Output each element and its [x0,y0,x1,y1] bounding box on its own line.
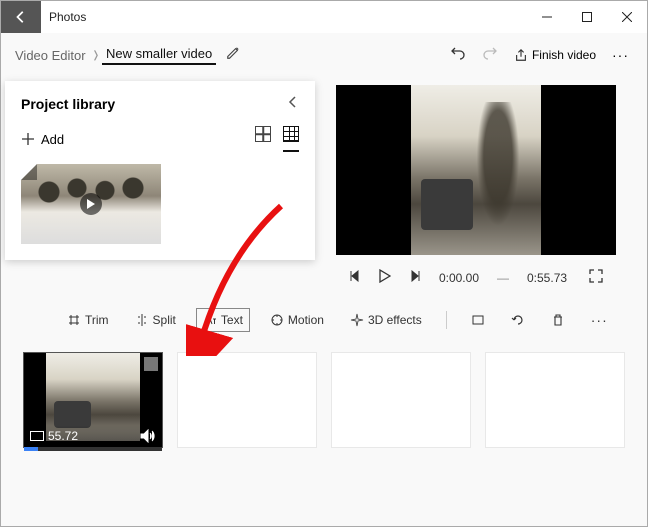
breadcrumb-project[interactable]: New smaller video [102,46,216,65]
text-icon [203,313,217,327]
split-button[interactable]: Split [129,309,182,331]
3d-effects-label: 3D effects [368,313,422,327]
export-icon [514,48,528,62]
back-button[interactable] [1,1,41,33]
add-media-label: Add [41,132,64,147]
project-library-title: Project library [21,96,115,112]
close-button[interactable] [607,1,647,33]
trash-icon [551,313,565,327]
finish-video-label: Finish video [532,48,596,62]
clip-duration: 55.72 [48,429,78,443]
grid-small-icon [283,126,299,142]
storyboard-empty-slot[interactable] [485,352,625,448]
storyboard: 55.72 [1,344,647,464]
delete-button[interactable] [545,309,571,331]
grid-view-large-button[interactable] [255,126,271,152]
rotate-icon [511,313,525,327]
arrow-left-icon [14,10,28,24]
preview-column: 0:00.00 — 0:55.73 [325,81,627,286]
3d-effects-button[interactable]: 3D effects [344,309,428,331]
undo-button[interactable] [450,45,466,66]
chevron-left-icon [287,95,299,109]
motion-icon [270,313,284,327]
expand-icon [589,269,603,283]
play-badge [80,193,102,215]
rotate-button[interactable] [505,309,531,331]
maximize-icon [582,12,592,22]
storyboard-toolbar: Trim Split Text Motion 3D effects ··· [1,286,647,344]
motion-button[interactable]: Motion [264,309,330,331]
minimize-icon [542,12,552,22]
redo-button[interactable] [482,45,498,66]
storyboard-empty-slot[interactable] [331,352,471,448]
playback-controls: 0:00.00 — 0:55.73 [349,269,603,286]
next-frame-button[interactable] [409,270,421,285]
previous-frame-button[interactable] [349,270,361,285]
sparkle-icon [350,313,364,327]
motion-label: Motion [288,313,324,327]
thumbnail-fold-corner [21,164,37,180]
video-preview[interactable] [336,85,616,255]
duration-icon [30,431,44,441]
redo-icon [482,45,498,61]
fullscreen-button[interactable] [589,269,603,286]
minimize-button[interactable] [527,1,567,33]
pencil-icon [226,46,240,60]
finish-video-button[interactable]: Finish video [514,48,596,62]
step-back-icon [349,270,361,282]
play-icon [379,269,391,283]
split-label: Split [153,313,176,327]
split-icon [135,313,149,327]
time-total: 0:55.73 [527,271,567,285]
storyboard-clip[interactable]: 55.72 [23,352,163,448]
time-current: 0:00.00 [439,271,479,285]
text-button[interactable]: Text [196,308,250,332]
text-label: Text [221,313,243,327]
more-button[interactable]: ··· [612,47,629,63]
plus-icon [21,132,35,146]
grid-view-small-button[interactable] [283,126,299,152]
chevron-right-icon: ❭ [90,50,102,61]
trim-button[interactable]: Trim [61,309,115,331]
rename-button[interactable] [226,46,240,65]
more-icon: ··· [591,312,608,328]
more-icon: ··· [612,47,629,63]
trim-label: Trim [85,313,109,327]
play-icon [87,199,95,209]
library-thumbnail[interactable] [21,164,161,244]
collapse-library-button[interactable] [287,95,299,112]
play-button[interactable] [379,269,391,286]
resize-button[interactable] [465,309,491,331]
main-row: Project library Add [1,77,647,286]
toolbar-divider [446,311,447,329]
undo-icon [450,45,466,61]
grid-large-icon [255,126,271,142]
time-separator: — [497,271,509,285]
close-icon [622,12,632,22]
clip-progress [24,447,162,451]
volume-icon[interactable] [140,429,156,443]
project-library-panel: Project library Add [5,81,315,260]
title-bar: Photos [1,1,647,33]
maximize-button[interactable] [567,1,607,33]
trim-icon [67,313,81,327]
crop-icon [471,313,485,327]
clip-checkbox[interactable] [144,357,158,371]
breadcrumb-root[interactable]: Video Editor [11,48,90,63]
video-frame [411,85,541,255]
add-media-button[interactable]: Add [21,132,64,147]
toolbar-more-button[interactable]: ··· [585,308,614,332]
app-title: Photos [49,10,86,24]
storyboard-empty-slot[interactable] [177,352,317,448]
step-forward-icon [409,270,421,282]
top-bar: Video Editor ❭ New smaller video Finish … [1,33,647,77]
window-controls [527,1,647,33]
